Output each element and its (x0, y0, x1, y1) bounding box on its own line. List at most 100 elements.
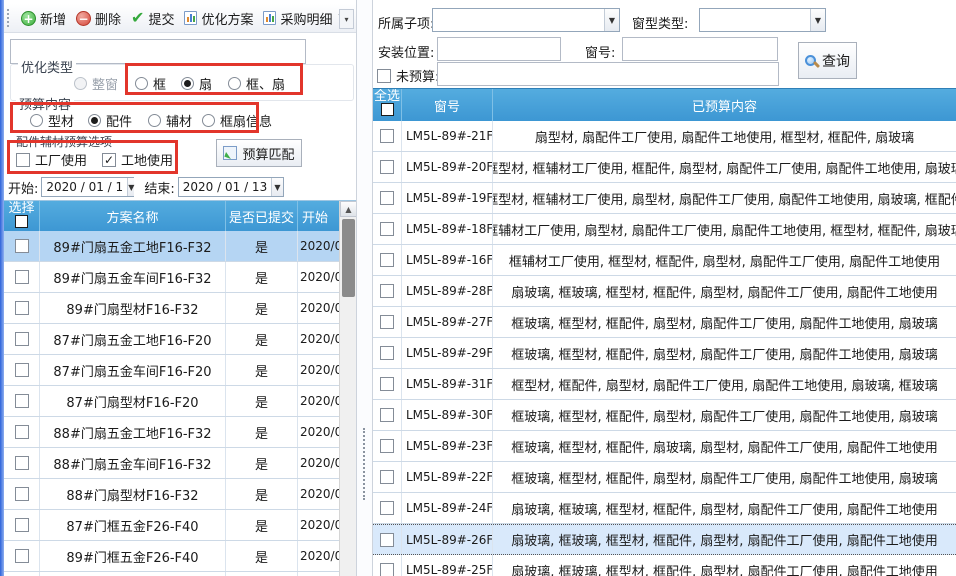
table-row[interactable]: 89#门扇五金工地F16-F32 是 2020/0 (4, 231, 339, 262)
table-row[interactable]: 87#门框五金F26-F40 是 2020/0 (4, 510, 339, 541)
row-checkbox[interactable] (380, 160, 394, 174)
row-checkbox[interactable] (15, 425, 29, 439)
row-checkbox[interactable] (380, 315, 394, 329)
search-button[interactable]: 查询 (798, 42, 857, 79)
submitted-header[interactable]: 是否已提交 (226, 201, 298, 231)
table-row[interactable]: LM5L-89#-16F15 框辅材工厂使用, 框型材, 框配件, 扇型材, 扇… (373, 245, 956, 276)
budgeted-content-header[interactable]: 已预算内容 (493, 89, 956, 121)
radio-frame[interactable]: 框 (135, 74, 166, 93)
select-all-checkbox[interactable] (15, 215, 28, 228)
row-checkbox[interactable] (15, 456, 29, 470)
row-checkbox[interactable] (15, 332, 29, 346)
table-row[interactable]: LM5L-89#-26F24 扇玻璃, 框玻璃, 框型材, 框配件, 扇型材, … (373, 524, 956, 555)
delete-button[interactable]: − 删除 (71, 7, 126, 30)
row-checkbox[interactable] (380, 501, 394, 515)
table-row[interactable]: LM5L-89#-19F17 框型材, 框辅材工厂使用, 扇型材, 扇配件工厂使… (373, 183, 956, 214)
submitted-cell: 是 (226, 293, 298, 323)
no-budget-checkbox[interactable]: 未预算: (377, 66, 439, 85)
row-checkbox[interactable] (15, 518, 29, 532)
row-checkbox[interactable] (15, 270, 29, 284)
budget-match-button[interactable]: 预算匹配 (216, 139, 302, 167)
checkbox-factory-use[interactable]: 工厂使用 (16, 150, 87, 169)
chevron-down-icon[interactable]: ▼ (271, 178, 283, 196)
radio-auxiliary[interactable]: 辅材 (148, 111, 192, 130)
vertical-scrollbar[interactable]: ▲ (339, 201, 356, 576)
panel-splitter[interactable] (356, 0, 373, 576)
row-checkbox[interactable] (15, 487, 29, 501)
window-no-input[interactable] (622, 37, 778, 61)
radio-whole-window[interactable]: 整窗 (74, 74, 118, 93)
row-checkbox[interactable] (380, 129, 394, 143)
table-row[interactable]: LM5L-89#-21F19 扇型材, 扇配件工厂使用, 扇配件工地使用, 框型… (373, 121, 956, 152)
table-row[interactable]: 89#门扇五金车间F16-F32 是 2020/0 (4, 262, 339, 293)
row-checkbox[interactable] (380, 377, 394, 391)
row-checkbox[interactable] (380, 533, 394, 547)
budgeted-content-cell: 框型材, 框辅材工厂使用, 框配件, 扇型材, 扇配件工厂使用, 扇配件工地使用… (493, 152, 956, 182)
table-row[interactable]: LM5L-89#-20F18 框型材, 框辅材工厂使用, 框配件, 扇型材, 扇… (373, 152, 956, 183)
start-header[interactable]: 开始 (298, 201, 339, 231)
table-row[interactable]: LM5L-89#-28F26 扇玻璃, 框玻璃, 框型材, 框配件, 扇型材, … (373, 276, 956, 307)
start-date-picker[interactable]: 2020 / 01 / 1 ▼ (41, 177, 134, 197)
purchase-detail-button[interactable]: 采购明细 ▼ (258, 7, 350, 30)
install-position-input[interactable] (437, 37, 561, 61)
row-checkbox[interactable] (15, 239, 29, 253)
sub-item-select[interactable]: ▼ (432, 8, 620, 32)
scroll-up-icon[interactable]: ▲ (340, 201, 356, 217)
row-checkbox[interactable] (15, 549, 29, 563)
optimize-plan-button[interactable]: 优化方案 (179, 7, 258, 30)
chevron-down-icon[interactable]: ▼ (810, 9, 825, 31)
table-row[interactable]: 88#门扇五金工地F16-F32 是 2020/0 (4, 417, 339, 448)
checkbox-site-use[interactable]: ✓ 工地使用 (102, 150, 173, 169)
table-row[interactable]: 88#门框五金F21-F40 是 2020/0 (4, 572, 339, 576)
table-row[interactable]: 89#门扇型材F16-F32 是 2020/0 (4, 293, 339, 324)
scrollbar-thumb[interactable] (342, 219, 355, 297)
row-checkbox[interactable] (380, 470, 394, 484)
row-checkbox[interactable] (15, 301, 29, 315)
row-checkbox[interactable] (380, 408, 394, 422)
no-budget-input[interactable] (437, 62, 779, 86)
toolbar-grip[interactable] (7, 9, 12, 27)
table-row[interactable]: 87#门扇五金工地F16-F20 是 2020/0 (4, 324, 339, 355)
chevron-down-icon[interactable]: ▼ (604, 9, 619, 31)
table-row[interactable]: LM5L-89#-30F28 框玻璃, 框型材, 框配件, 扇型材, 扇配件工厂… (373, 400, 956, 431)
table-row[interactable]: LM5L-89#-22F20 框玻璃, 框型材, 框配件, 扇型材, 扇配件工厂… (373, 462, 956, 493)
radio-frame-sash-info[interactable]: 框扇信息 (202, 111, 272, 130)
add-button[interactable]: + 新增 (16, 7, 71, 30)
submit-button[interactable]: ✔ 提交 (126, 7, 179, 30)
row-checkbox[interactable] (380, 439, 394, 453)
row-checkbox[interactable] (380, 346, 394, 360)
window-no-cell: LM5L-89#-19F17 (402, 183, 493, 213)
table-row[interactable]: 88#门扇型材F16-F32 是 2020/0 (4, 479, 339, 510)
table-row[interactable]: 87#门扇型材F16-F20 是 2020/0 (4, 386, 339, 417)
table-row[interactable]: 89#门框五金F26-F40 是 2020/0 (4, 541, 339, 572)
table-row[interactable]: LM5L-89#-27F25 框玻璃, 框型材, 框配件, 扇型材, 扇配件工厂… (373, 307, 956, 338)
select-all-checkbox[interactable] (381, 103, 394, 116)
row-checkbox[interactable] (380, 222, 394, 236)
plan-name-header[interactable]: 方案名称 (40, 201, 226, 231)
row-checkbox[interactable] (15, 394, 29, 408)
radio-sash[interactable]: 扇 (181, 74, 212, 93)
radio-profile[interactable]: 型材 (30, 111, 74, 130)
window-type-select[interactable]: ▼ (699, 8, 826, 32)
row-checkbox[interactable] (380, 191, 394, 205)
radio-accessory[interactable]: 配件 (88, 111, 132, 130)
window-no-header[interactable]: 窗号 (402, 89, 493, 121)
chevron-down-icon[interactable]: ▼ (127, 178, 134, 196)
table-row[interactable]: LM5L-89#-18F16 框辅材工厂使用, 扇型材, 扇配件工厂使用, 扇配… (373, 214, 956, 245)
toolbar-overflow-button[interactable]: ▾ (339, 9, 354, 29)
table-row[interactable]: LM5L-89#-31F29 框型材, 框配件, 扇型材, 扇配件工厂使用, 扇… (373, 369, 956, 400)
row-checkbox[interactable] (15, 363, 29, 377)
table-row[interactable]: LM5L-89#-23F21 框玻璃, 框型材, 框配件, 扇玻璃, 扇型材, … (373, 431, 956, 462)
radio-frame-sash[interactable]: 框、扇 (228, 74, 285, 93)
row-checkbox[interactable] (380, 563, 394, 576)
table-row[interactable]: 87#门扇五金车间F16-F20 是 2020/0 (4, 355, 339, 386)
remove-icon: − (76, 11, 91, 26)
table-row[interactable]: LM5L-89#-24F22 扇玻璃, 框玻璃, 框型材, 框配件, 扇型材, … (373, 493, 956, 524)
end-date-picker[interactable]: 2020 / 01 / 13 ▼ (178, 177, 284, 197)
table-row[interactable]: LM5L-89#-25F23 扇玻璃, 框玻璃, 框型材, 框配件, 扇型材, … (373, 555, 956, 576)
toolbar: + 新增 − 删除 ✔ 提交 优化方案 采购明细 ▼ ▾ (4, 4, 356, 33)
table-row[interactable]: LM5L-89#-29F27 框玻璃, 框型材, 框配件, 扇型材, 扇配件工厂… (373, 338, 956, 369)
table-row[interactable]: 88#门扇五金车间F16-F32 是 2020/0 (4, 448, 339, 479)
row-checkbox[interactable] (380, 284, 394, 298)
row-checkbox[interactable] (380, 253, 394, 267)
